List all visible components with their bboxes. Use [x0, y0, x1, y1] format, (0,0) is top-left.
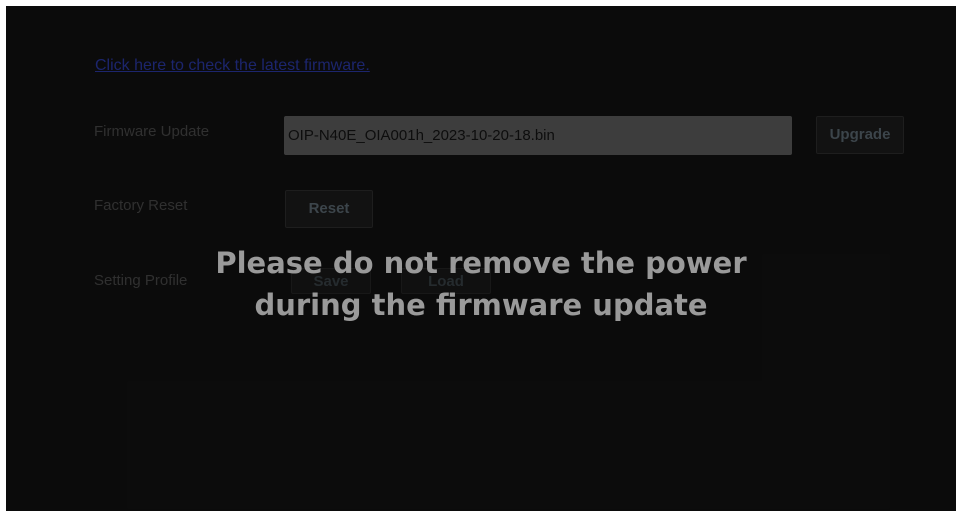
app-frame: Click here to check the latest firmware.… [6, 6, 956, 511]
power-warning-message: Please do not remove the power during th… [6, 242, 956, 326]
power-warning-line-2: during the firmware update [254, 288, 708, 322]
update-overlay: Please do not remove the power during th… [6, 6, 956, 511]
power-warning-line-1: Please do not remove the power [215, 246, 747, 280]
